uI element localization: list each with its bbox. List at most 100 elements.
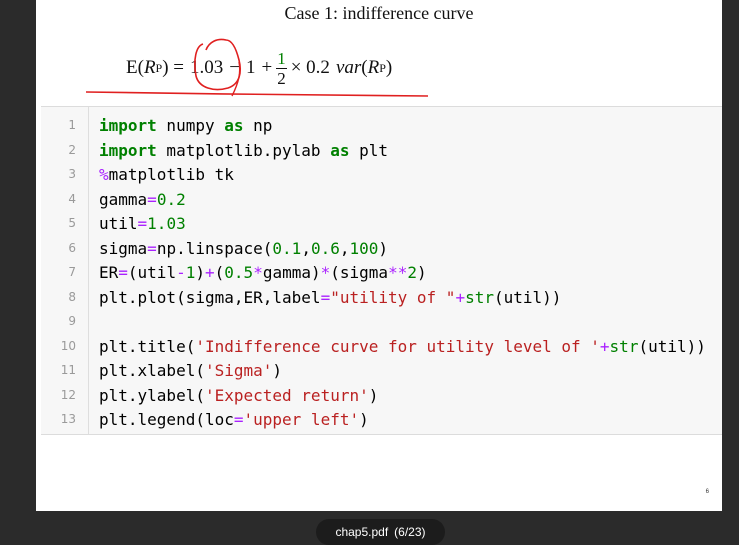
line-number: 8 — [68, 289, 76, 304]
code-token: plt — [349, 140, 388, 160]
code-token: "utility of " — [330, 287, 456, 307]
code-token: 1.03 — [147, 214, 186, 233]
code-line: plt.ylabel('Expected return') — [99, 386, 378, 405]
line-number: 13 — [60, 412, 76, 426]
code-line: gamma=0.2 — [99, 190, 186, 209]
code-line: plt.xlabel('Sigma') — [99, 361, 282, 380]
formula-lhs-sub: P — [155, 60, 163, 75]
formula-minus: − — [229, 57, 240, 78]
formula-fraction: 1 2 — [276, 49, 287, 88]
expected-return-formula: E(R P) = 1.03 − 1 + 1 2 × 0.2 var(R P) — [126, 44, 392, 92]
code-token: 'Sigma' — [204, 361, 273, 380]
code-token: = — [118, 263, 128, 282]
line-number: 2 — [68, 142, 76, 157]
code-token: plt.ylabel( — [99, 385, 205, 405]
formula-var-sub: P — [379, 60, 386, 75]
code-token: 0.2 — [156, 189, 186, 209]
code-token: np — [243, 116, 273, 135]
corner-mark: 6 — [705, 489, 709, 495]
code-token: ) — [359, 410, 369, 429]
line-number: 7 — [68, 265, 76, 279]
formula-util-value: 1.03 — [190, 57, 224, 78]
code-token: = — [137, 214, 148, 233]
code-token: = — [147, 189, 157, 209]
fraction-denominator: 2 — [277, 68, 286, 88]
code-token: ) — [272, 361, 283, 380]
code-token: (util)) — [493, 287, 562, 307]
page-counter: (6/23) — [394, 525, 426, 539]
code-token: ) — [195, 263, 205, 282]
formula-one: 1 — [246, 57, 256, 78]
formula-lhs-close: ) = — [162, 57, 185, 78]
code-token: ER — [99, 263, 119, 282]
code-token: ( — [214, 263, 225, 282]
line-number: 3 — [68, 167, 76, 181]
code-token: (util)) — [638, 336, 706, 356]
code-token: plt.title( — [99, 336, 196, 356]
code-token: = — [233, 410, 244, 429]
pdf-filename: chap5.pdf — [335, 525, 389, 539]
formula-times: × 0.2 — [290, 57, 330, 78]
code-token: + — [599, 336, 610, 356]
fraction-numerator: 1 — [276, 48, 287, 69]
code-token: + — [205, 263, 215, 282]
code-token: matplotlib tk — [108, 165, 234, 184]
line-number: 10 — [60, 338, 76, 353]
code-token: ** — [388, 263, 408, 282]
code-token: as — [330, 140, 350, 160]
code-token: as — [224, 116, 244, 135]
code-token: np.linspace( — [156, 238, 273, 258]
line-number: 12 — [60, 387, 76, 402]
code-token: 0.1 — [272, 238, 302, 258]
code-token: 1 — [185, 263, 196, 282]
code-token: 100 — [349, 238, 379, 258]
code-token: (util — [127, 263, 177, 282]
code-token: sigma — [99, 238, 148, 258]
code-line: import matplotlib.pylab as plt — [99, 141, 388, 160]
line-number: 5 — [68, 216, 76, 230]
formula-lhs-e: E( — [126, 57, 144, 78]
code-line: sigma=np.linspace(0.1,0.6,100) — [99, 239, 388, 258]
formula-plus: + — [261, 57, 273, 78]
formula-lhs-r: R — [143, 57, 156, 78]
code-token: = — [320, 287, 331, 307]
formula-var-close: ) — [385, 57, 393, 78]
line-number-gutter: 1 2 3 4 5 6 7 8 9 10 11 12 13 — [41, 107, 89, 434]
slide-title: Case 1: indifference curve — [284, 3, 474, 23]
code-token: ) — [378, 238, 389, 258]
line-number: 9 — [68, 314, 76, 328]
code-token: import — [99, 116, 157, 135]
code-line: plt.plot(sigma,ER,label="utility of "+st… — [99, 288, 561, 307]
code-token: str — [465, 287, 494, 307]
line-number: 1 — [68, 118, 76, 132]
line-number: 6 — [68, 240, 76, 255]
code-token: util — [99, 214, 138, 233]
code-token: import — [99, 140, 157, 160]
line-number: 11 — [60, 363, 76, 377]
code-token: = — [147, 238, 157, 258]
code-line: %matplotlib tk — [99, 165, 234, 184]
code-token: plt.legend(loc — [99, 410, 234, 429]
code-token: 2 — [407, 263, 417, 282]
formula-var: var — [335, 57, 362, 78]
code-token: matplotlib.pylab — [156, 140, 331, 160]
code-token: 'Expected return' — [204, 385, 369, 405]
page-indicator-pill: chap5.pdf (6/23) — [316, 519, 445, 545]
code-line: ER=(util-1)+(0.5*gamma)*(sigma**2) — [99, 263, 427, 282]
code-cell[interactable]: 1 2 3 4 5 6 7 8 9 10 11 12 13 import numpy as np impo… — [41, 106, 722, 435]
code-token: + — [455, 287, 466, 307]
code-token: plt.xlabel( — [99, 361, 205, 380]
code-line: plt.title('Indifference curve for utilit… — [99, 337, 706, 356]
code-token: ) — [416, 263, 427, 282]
formula-var-r: R — [367, 57, 380, 78]
code-token: * — [320, 263, 331, 282]
code-token: plt.plot(sigma,ER,label — [99, 287, 321, 307]
code-token: * — [253, 263, 263, 282]
code-line: util=1.03 — [99, 214, 186, 233]
code-token: numpy — [156, 116, 225, 135]
code-token: - — [176, 263, 186, 282]
code-line: import numpy as np — [99, 116, 272, 135]
underline-annotation — [85, 91, 429, 97]
code-token: ) — [368, 385, 379, 405]
code-token: (sigma — [330, 263, 389, 282]
